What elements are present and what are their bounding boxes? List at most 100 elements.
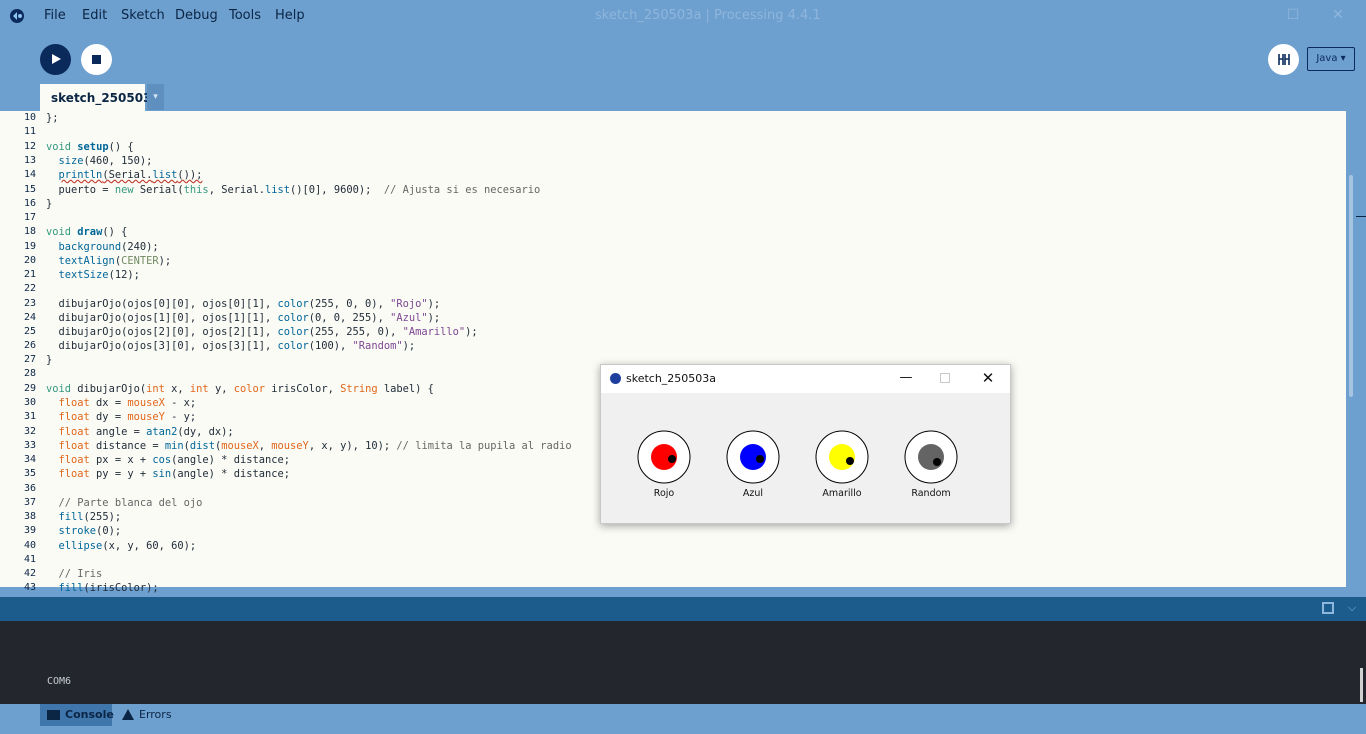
- code-line: fill(irisColor);: [58, 582, 159, 594]
- line-number: 13: [23, 155, 36, 166]
- terminal-icon: [47, 710, 60, 720]
- tab-menu-chevron-down-icon[interactable]: ▾: [147, 84, 164, 110]
- line-number: 30: [23, 397, 36, 408]
- code-line: float dx = mouseX - x;: [58, 397, 197, 409]
- eye-pupil: [846, 457, 854, 465]
- code-line: size(460, 150);: [58, 155, 153, 167]
- line-number: 41: [23, 554, 36, 565]
- mode-selector[interactable]: Java ▾: [1307, 47, 1355, 71]
- line-number: 15: [23, 184, 36, 195]
- line-number: 19: [23, 241, 36, 252]
- line-number: 33: [23, 440, 36, 451]
- line-number: 18: [23, 226, 36, 237]
- code-line: stroke(0);: [58, 525, 122, 537]
- menu-bar: File Edit Sketch Debug Tools Help sketch…: [0, 0, 1366, 32]
- window-close-icon[interactable]: ✕: [1330, 7, 1346, 23]
- copy-icon[interactable]: [1322, 602, 1334, 614]
- code-line: ellipse(x, y, 60, 60);: [58, 540, 197, 552]
- eye-pupil: [933, 458, 941, 466]
- line-number: 23: [23, 298, 36, 309]
- line-number: 40: [23, 540, 36, 551]
- menu-help[interactable]: Help: [275, 8, 305, 23]
- eyes-canvas[interactable]: [601, 393, 1010, 523]
- line-number: 12: [23, 141, 36, 152]
- sketch-window-title: sketch_250503a: [626, 372, 717, 385]
- line-number: 10: [23, 112, 36, 123]
- run-button[interactable]: [40, 44, 71, 75]
- line-number: 35: [23, 468, 36, 479]
- eye-label: Random: [911, 488, 951, 499]
- window-maximize-icon[interactable]: ☐: [1285, 7, 1301, 23]
- code-line: void dibujarOjo(int x, int y, color iris…: [46, 383, 434, 395]
- window-title: sketch_250503a | Processing 4.4.1: [595, 8, 821, 23]
- console-output: COM6: [47, 676, 72, 687]
- maximize-icon[interactable]: [940, 373, 950, 383]
- menu-debug[interactable]: Debug: [175, 8, 218, 23]
- line-number: 34: [23, 454, 36, 465]
- menu-tools[interactable]: Tools: [229, 8, 261, 23]
- tab-console[interactable]: Console: [40, 704, 114, 726]
- tab-errors[interactable]: Errors: [120, 704, 172, 726]
- code-line: // Parte blanca del ojo: [58, 497, 203, 509]
- code-line: dibujarOjo(ojos[1][0], ojos[1][1], color…: [46, 312, 441, 324]
- editor-scrollbar-thumb[interactable]: [1349, 175, 1353, 397]
- line-number: 36: [23, 483, 36, 494]
- code-line: float px = x + cos(angle) * distance;: [58, 454, 290, 466]
- eye-label: Azul: [742, 488, 764, 499]
- close-icon[interactable]: ✕: [981, 369, 995, 387]
- console-divider[interactable]: [0, 597, 1366, 621]
- line-number: 21: [23, 269, 36, 280]
- code-line: float distance = min(dist(mouseX, mouseY…: [58, 440, 572, 452]
- line-number: 25: [23, 326, 36, 337]
- line-number: 26: [23, 340, 36, 351]
- code-line: float angle = atan2(dy, dx);: [58, 426, 234, 438]
- menu-edit[interactable]: Edit: [82, 8, 107, 23]
- bottom-bar: [0, 704, 1366, 734]
- line-number: 22: [23, 283, 36, 294]
- line-number: 32: [23, 426, 36, 437]
- code-line: void setup() {: [46, 141, 134, 153]
- line-number: 17: [23, 212, 36, 223]
- line-number: 43: [23, 582, 36, 593]
- minimize-icon[interactable]: —: [899, 370, 913, 386]
- stop-button[interactable]: [81, 44, 112, 75]
- processing-app-icon: [610, 373, 621, 384]
- menu-sketch[interactable]: Sketch: [121, 8, 165, 23]
- line-number: 31: [23, 411, 36, 422]
- eye-label: Amarillo: [822, 488, 862, 499]
- code-line: }: [46, 198, 53, 210]
- line-number: 29: [23, 383, 36, 394]
- line-number: 16: [23, 198, 36, 209]
- sketch-window-titlebar[interactable]: sketch_250503a — ✕: [601, 365, 1010, 393]
- console-scrollbar[interactable]: [1360, 668, 1363, 702]
- line-number: 28: [23, 368, 36, 379]
- code-line: puerto = new Serial(this, Serial.list()[…: [46, 184, 541, 196]
- code-line: // Iris: [58, 568, 103, 580]
- bug-icon: [1278, 54, 1290, 65]
- warning-icon: [122, 709, 134, 720]
- clear-console-icon[interactable]: ⌵: [1346, 602, 1358, 614]
- scroll-marker: [1356, 216, 1366, 217]
- line-number: 20: [23, 255, 36, 266]
- line-number: 11: [23, 126, 36, 137]
- eye-pupil: [668, 455, 676, 463]
- code-line: void draw() {: [46, 226, 128, 238]
- code-line: };: [46, 112, 59, 124]
- code-line: dibujarOjo(ojos[0][0], ojos[0][1], color…: [46, 298, 441, 310]
- code-line: dibujarOjo(ojos[2][0], ojos[2][1], color…: [46, 326, 478, 338]
- tab-console-label: Console: [65, 708, 114, 721]
- code-line: }: [46, 354, 53, 366]
- line-number: 42: [23, 568, 36, 579]
- line-number: 39: [23, 525, 36, 536]
- processing-logo-icon: [10, 9, 24, 23]
- debugger-button[interactable]: [1268, 44, 1299, 75]
- line-number: 14: [23, 169, 36, 180]
- console-area: [0, 621, 1366, 704]
- code-line: fill(255);: [58, 511, 122, 523]
- menu-file[interactable]: File: [44, 8, 66, 23]
- sketch-window[interactable]: sketch_250503a — ✕ Rojo Azul Amarillo Ra…: [600, 364, 1011, 524]
- tab-sketch[interactable]: sketch_250503a: [40, 84, 160, 112]
- code-line: textAlign(CENTER);: [58, 255, 172, 267]
- line-number: 27: [23, 354, 36, 365]
- line-number: 24: [23, 312, 36, 323]
